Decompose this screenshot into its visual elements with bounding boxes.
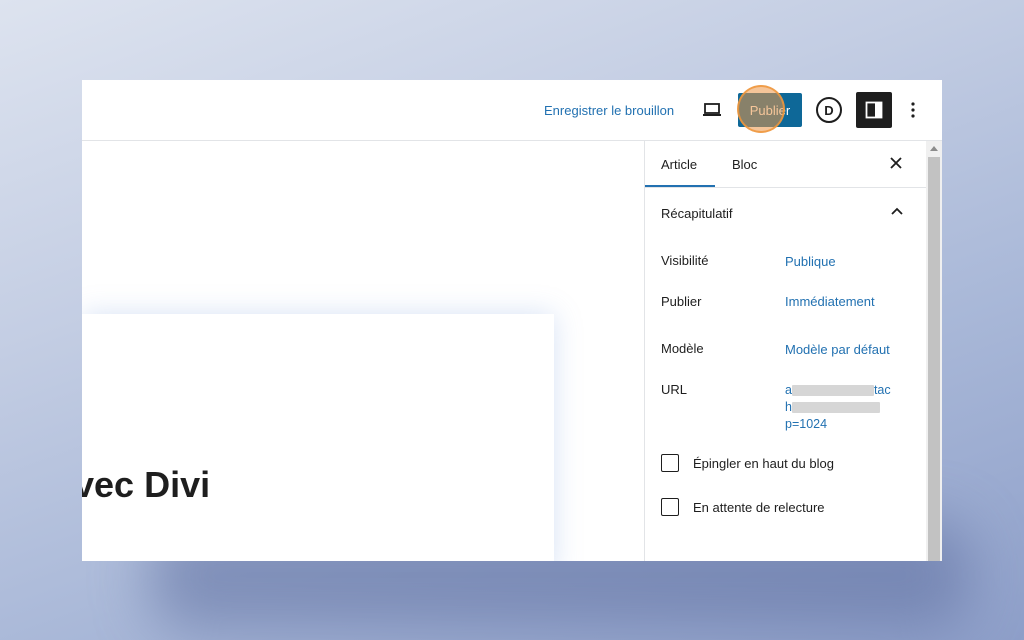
publish-schedule-value[interactable]: Immédiatement [785,294,875,309]
sidebar-tabs: Article Bloc [645,141,927,188]
tab-article[interactable]: Article [661,157,697,172]
close-icon [890,157,902,169]
divi-icon: D [824,102,834,118]
more-options-button[interactable] [906,98,920,122]
url-fragment-start: a [785,383,792,397]
save-draft-button[interactable]: Enregistrer le brouillon [544,103,674,118]
chevron-up-icon[interactable] [889,204,905,220]
sticky-post-option[interactable]: Épingler en haut du blog [661,454,834,472]
summary-panel-title[interactable]: Récapitulatif [661,206,733,221]
editor-header: Enregistrer le brouillon Publier D [82,80,942,141]
close-sidebar-button[interactable] [888,155,904,171]
redacted-block [791,402,880,414]
publish-label: Publier [661,294,702,309]
template-value[interactable]: Modèle par défaut [785,342,890,357]
url-fragment-line3: p=1024 [785,417,828,431]
url-fragment-line2: h [785,400,792,414]
laptop-icon [703,103,721,116]
url-label: URL [661,382,688,397]
url-fragment-end: tac [873,383,891,397]
sidebar-toggle-icon [865,101,883,119]
visibility-label: Visibilité [661,253,709,268]
pending-review-option[interactable]: En attente de relecture [661,498,825,516]
sticky-checkbox[interactable] [661,454,679,472]
post-title[interactable]: vec Divi [82,464,210,506]
publish-button[interactable]: Publier [738,93,802,127]
post-content-area[interactable]: vec Divi [82,314,554,561]
vertical-ellipsis-icon [911,102,915,118]
divi-builder-button[interactable]: D [816,97,842,123]
redacted-block [791,385,874,397]
url-value[interactable]: a tac h p=1024 [785,382,905,433]
scroll-up-arrow-icon[interactable] [930,146,938,151]
editor-window: Enregistrer le brouillon Publier D vec D… [82,80,942,561]
settings-sidebar: Article Bloc Récapitulatif Visibilité Pu… [644,141,927,561]
scrollbar-thumb[interactable] [928,157,940,561]
pending-review-checkbox[interactable] [661,498,679,516]
sidebar-scrollbar[interactable] [926,141,942,561]
visibility-value[interactable]: Publique [785,254,836,269]
active-tab-indicator [645,185,715,187]
settings-button[interactable] [856,92,892,128]
preview-button[interactable] [700,99,724,121]
sticky-label: Épingler en haut du blog [693,455,834,471]
pending-review-label: En attente de relecture [693,499,825,515]
template-label: Modèle [661,341,704,356]
tab-bloc[interactable]: Bloc [732,157,757,172]
editor-canvas: vec Divi [82,141,644,561]
